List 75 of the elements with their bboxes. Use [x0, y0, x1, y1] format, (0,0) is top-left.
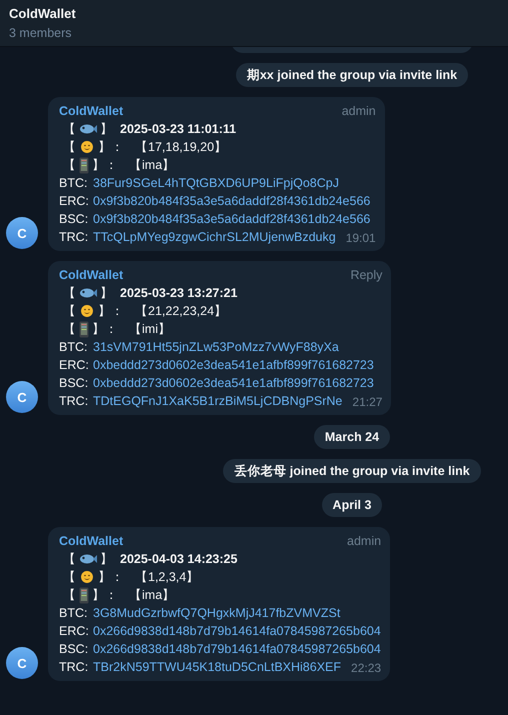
- message-time: 21:27: [351, 394, 382, 410]
- service-message: 期xx joined the group via invite link: [236, 63, 468, 87]
- coin-label: TRC:: [59, 229, 90, 246]
- bracket-text: 】：: [92, 157, 118, 174]
- date-time-text: 2025-03-23 13:27:21: [120, 285, 238, 302]
- wallet-address[interactable]: TDtEGQFnJ1XaK5B1rzBiM5LjCDBNgPSrNe: [93, 392, 342, 410]
- bracket-text: 】：: [98, 303, 124, 320]
- fish-icon: [79, 287, 97, 299]
- bracket-text: 】: [100, 551, 113, 568]
- wallet-address[interactable]: 0xbeddd273d0602e3dea541e1afbf899f761682723: [93, 356, 374, 374]
- value-text: 【imi】: [129, 321, 171, 338]
- date-separator: March 24: [314, 425, 390, 449]
- coin-label: TRC:: [59, 659, 90, 676]
- bracket-text: 【: [63, 551, 76, 568]
- bracket-text: 【: [63, 139, 76, 156]
- wallet-address[interactable]: 0xbeddd273d0602e3dea541e1afbf899f761682723: [93, 374, 374, 392]
- bracket-text: 】: [100, 121, 113, 138]
- bracket-text: 】：: [92, 321, 118, 338]
- coin-label: ERC:: [59, 357, 90, 374]
- bracket-text: 】：: [92, 587, 118, 604]
- role-label: admin: [346, 533, 382, 550]
- smiley-icon: [80, 570, 94, 584]
- sender-name[interactable]: ColdWallet: [59, 102, 124, 120]
- wallet-address[interactable]: 0x266d9838d148b7d79b14614fa07845987265b604: [93, 622, 381, 640]
- coin-label: BSC:: [59, 641, 90, 658]
- bracket-text: 【: [63, 303, 76, 320]
- role-label: admin: [340, 103, 376, 120]
- coin-label: BSC:: [59, 375, 90, 392]
- phone-icon: [79, 156, 89, 174]
- bracket-text: 【: [63, 569, 76, 586]
- value-text: 【17,18,19,20】: [135, 139, 228, 156]
- bracket-text: 】: [100, 285, 113, 302]
- smiley-icon: [80, 304, 94, 318]
- bracket-text: 【: [63, 121, 76, 138]
- coin-label: ERC:: [59, 623, 90, 640]
- date-separator: April 3: [322, 493, 382, 517]
- bracket-text: 【: [63, 285, 76, 302]
- coin-label: BTC:: [59, 175, 88, 192]
- phone-icon: [79, 320, 89, 338]
- wallet-address[interactable]: 31sVM791Ht55jnZLw53PoMzz7vWyF88yXa: [93, 338, 339, 356]
- value-text: 【ima】: [129, 157, 176, 174]
- fish-icon: [79, 553, 97, 565]
- coin-label: BTC:: [59, 605, 88, 622]
- bracket-text: 【: [63, 587, 76, 604]
- sender-name[interactable]: ColdWallet: [59, 532, 124, 550]
- message-time: 19:01: [344, 230, 376, 246]
- member-count: 3 members: [9, 25, 72, 42]
- bracket-text: 】：: [98, 569, 124, 586]
- message-time: 22:23: [350, 660, 382, 676]
- phone-icon: [79, 586, 89, 604]
- role-label: Reply: [349, 267, 382, 284]
- value-text: 【ima】: [129, 587, 176, 604]
- coin-label: BSC:: [59, 211, 90, 228]
- wallet-address[interactable]: 3G8MudGzrbwfQ7QHgxkMjJ417fbZVMVZSt: [93, 604, 340, 622]
- chat-title: ColdWallet: [9, 5, 76, 23]
- date-time-text: 2025-04-03 14:23:25: [120, 551, 238, 568]
- value-text: 【1,2,3,4】: [135, 569, 200, 586]
- coin-label: BTC:: [59, 339, 88, 356]
- smiley-icon: [80, 140, 94, 154]
- wallet-address[interactable]: 0x9f3b820b484f35a3e5a6daddf28f4361db24e566: [93, 192, 370, 210]
- wallet-address[interactable]: TTcQLpMYeg9zgwCichrSL2MUjenwBzdukg: [93, 228, 336, 246]
- coin-label: TRC:: [59, 393, 90, 410]
- fish-icon: [79, 123, 97, 135]
- wallet-address[interactable]: 0x266d9838d148b7d79b14614fa07845987265b604: [93, 640, 381, 658]
- bracket-text: 【: [63, 157, 76, 174]
- service-message: 丢你老母 joined the group via invite link: [223, 459, 481, 483]
- wallet-address[interactable]: 0x9f3b820b484f35a3e5a6daddf28f4361db24e566: [93, 210, 370, 228]
- bracket-text: 】：: [98, 139, 124, 156]
- wallet-address[interactable]: TBr2kN59TTWU45K18tuD5CnLtBXHi86XEF: [93, 658, 342, 676]
- coin-label: ERC:: [59, 193, 90, 210]
- bracket-text: 【: [63, 321, 76, 338]
- date-time-text: 2025-03-23 11:01:11: [120, 121, 236, 138]
- sender-name[interactable]: ColdWallet: [59, 266, 124, 284]
- value-text: 【21,22,23,24】: [135, 303, 228, 320]
- wallet-address[interactable]: 38Fur9SGeL4hTQtGBXD6UP9LiFpjQo8CpJ: [93, 174, 339, 192]
